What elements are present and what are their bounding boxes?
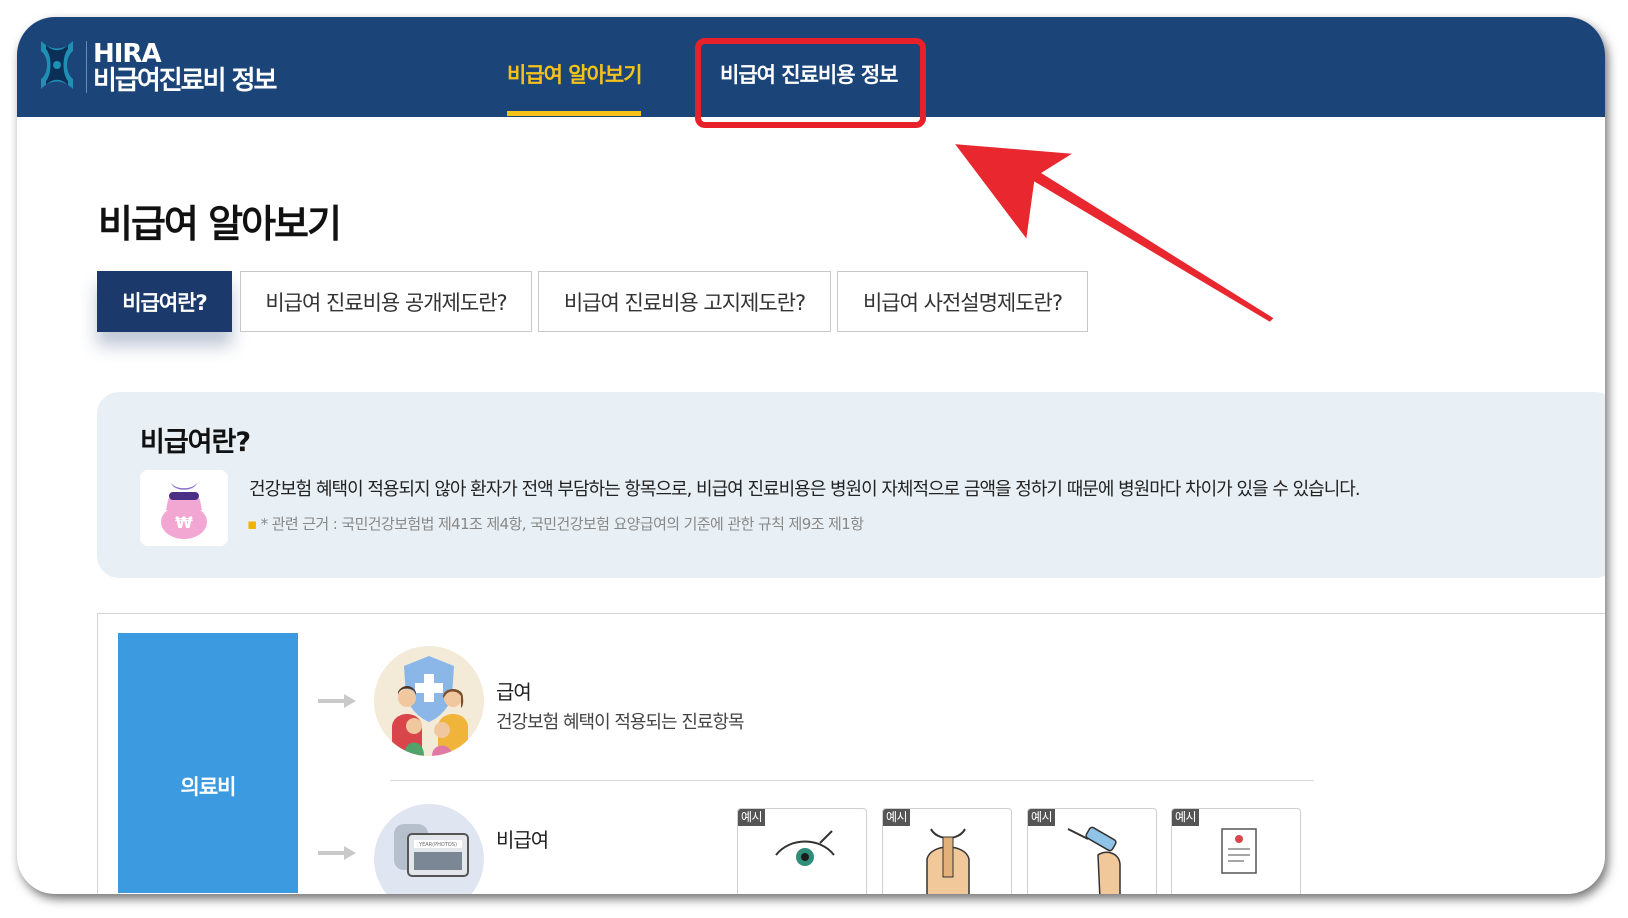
example-card-injection[interactable]: 예시 <box>1027 808 1157 894</box>
logo-divider <box>86 41 87 93</box>
site-header: HIRA 비급여진료비 정보 비급여 알아보기 비급여 진료비용 정보 <box>17 17 1605 117</box>
definition-box: 비급여란? ₩ 건강보험 혜택이 적용되지 않아 환자가 전액 부담하는 항목으… <box>97 392 1605 578</box>
eye-icon <box>775 830 835 866</box>
tab-prior-explanation-system[interactable]: 비급여 사전설명제도란? <box>837 271 1088 332</box>
family-shield-icon <box>374 646 484 756</box>
nav-active-underline <box>507 111 641 116</box>
covered-title: 급여 <box>496 680 532 704</box>
definition-title: 비급여란? <box>140 427 251 458</box>
example-card-spine[interactable]: 예시 <box>882 808 1012 894</box>
noncovered-title: 비급여 <box>496 828 549 852</box>
hira-logo-icon[interactable] <box>35 37 79 93</box>
brand-name-ko[interactable]: 비급여진료비 정보 <box>93 65 277 97</box>
arrow-right-icon <box>318 846 356 860</box>
medical-cost-block: 의료비 <box>118 633 298 893</box>
example-card-document[interactable]: 예시 <box>1171 808 1301 894</box>
example-card-eye[interactable]: 예시 <box>737 808 867 894</box>
note-bullet-icon: ▪ <box>247 515 257 533</box>
document-icon <box>1221 828 1257 874</box>
injection-icon <box>1067 826 1121 894</box>
page-title: 비급여 알아보기 <box>98 202 342 246</box>
svg-text:₩: ₩ <box>175 513 193 532</box>
nav-item-noncovered-cost-info[interactable]: 비급여 진료비용 정보 <box>720 59 899 89</box>
diagram-divider <box>390 780 1314 781</box>
definition-legal-note: ▪ * 관련 근거 : 국민건강보험법 제41조 제4항, 국민건강보험 요양급여… <box>247 513 864 534</box>
tab-disclosure-system[interactable]: 비급여 진료비용 공개제도란? <box>240 271 532 332</box>
monitor-caption: YEAR(PHOTOS) <box>418 842 457 848</box>
tab-notice-system[interactable]: 비급여 진료비용 고지제도란? <box>538 271 831 332</box>
covered-desc: 건강보험 혜택이 적용되는 진료항목 <box>496 712 745 733</box>
cost-diagram: 의료비 급여 건강보험 혜택이 적용되는 진료항목 YEAR(PHOTOS) 비… <box>97 613 1605 894</box>
legal-note-text: * 관련 근거 : 국민건강보험법 제41조 제4항, 국민건강보험 요양급여의… <box>260 515 864 533</box>
arrow-right-icon <box>318 694 356 708</box>
medical-cost-label: 의료비 <box>180 775 237 799</box>
money-bag-icon: ₩ <box>140 470 228 546</box>
tab-what-is-noncovered[interactable]: 비급여란? <box>97 271 232 332</box>
monitor-icon: YEAR(PHOTOS) <box>374 804 484 894</box>
nav-item-learn-noncovered[interactable]: 비급여 알아보기 <box>507 59 643 89</box>
browser-frame: HIRA 비급여진료비 정보 비급여 알아보기 비급여 진료비용 정보 비급여 … <box>17 17 1605 894</box>
spine-icon <box>926 828 970 894</box>
definition-text: 건강보험 혜택이 적용되지 않아 환자가 전액 부담하는 항목으로, 비급여 진… <box>249 479 1361 500</box>
